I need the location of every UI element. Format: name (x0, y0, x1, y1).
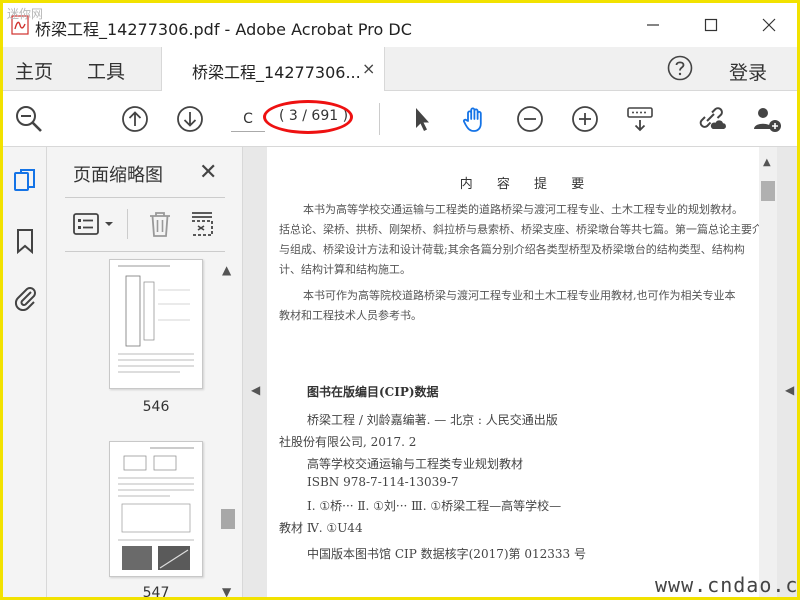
navigation-rail (3, 147, 47, 597)
cip-line: 教材 Ⅳ. ①U44 (279, 521, 363, 535)
tab-bar: 主页 工具 桥梁工程_14277306... × 登录 (3, 47, 797, 91)
close-icon (762, 18, 776, 32)
document-viewport: ◀ 内 容 提 要 本书为高等学校交通运输与工程类的道路桥梁与渡河工程专业、土木… (243, 147, 797, 597)
login-link[interactable]: 登录 (729, 58, 767, 85)
link-cloud-icon (699, 107, 726, 129)
app-window: 迷你网 桥梁工程_14277306.pdf - Adobe Acrobat Pr… (0, 0, 800, 600)
cip-line: 社股份有限公司, 2017. 2 (279, 435, 417, 449)
thumbnail-page[interactable] (109, 259, 203, 389)
text-line: 本书为高等学校交通运输与工程类的道路桥梁与渡河工程专业、土木工程专业的规划教材。 (303, 203, 743, 216)
title-bar: 迷你网 桥梁工程_14277306.pdf - Adobe Acrobat Pr… (3, 3, 797, 47)
tab-tools[interactable]: 工具 (87, 57, 125, 84)
summary-title: 内 容 提 要 (459, 177, 595, 192)
text-line: 本书可作为高等院校道路桥梁与渡河工程专业和土木工程专业用教材,也可作为相关专业本 (303, 289, 736, 302)
annotation-circle (263, 100, 353, 134)
text-line: 计、结构计算和结构施工。 (279, 263, 411, 276)
cip-line: ISBN 978-7-114-13039-7 (307, 475, 459, 489)
collapse-right-icon[interactable]: ◀ (785, 383, 794, 397)
scrollbar-thumb[interactable] (221, 509, 235, 529)
cursor-arrow-icon (416, 108, 429, 131)
toolbar-divider (379, 103, 380, 135)
thumbnail-panel: 页面缩略图 ✕ 546 547 ▲ ▼ (47, 147, 243, 600)
zoom-out-button[interactable] (514, 103, 546, 135)
toolbar: C ( 3 / 691 ) (3, 91, 797, 147)
minus-circle-icon (517, 106, 543, 132)
chevron-down-icon (105, 222, 113, 226)
tab-document-label: 桥梁工程_14277306... (192, 63, 361, 82)
close-window-button[interactable] (749, 9, 789, 41)
add-user-button[interactable] (751, 103, 783, 135)
cip-title: 图书在版编目(CIP)数据 (307, 385, 439, 399)
page-thumbnails-icon[interactable] (11, 167, 39, 195)
attachment-icon[interactable] (11, 283, 39, 311)
delete-page-button[interactable] (147, 209, 173, 239)
minimize-icon (647, 24, 659, 26)
panel-title: 页面缩略图 (73, 165, 163, 186)
text-line: 括总论、梁桥、拱桥、刚架桥、斜拉桥与悬索桥、桥梁支座、桥梁墩台等共七篇。第一篇总… (279, 223, 759, 236)
select-tool-button[interactable] (405, 103, 437, 135)
arrow-down-circle-icon (177, 106, 203, 132)
list-options-icon (73, 213, 99, 235)
minimize-button[interactable] (633, 9, 673, 41)
arrow-up-circle-icon (122, 106, 148, 132)
window-title: 桥梁工程_14277306.pdf - Adobe Acrobat Pro DC (35, 20, 412, 39)
page-preview (118, 265, 194, 373)
hand-icon (463, 107, 482, 132)
scrollbar-thumb[interactable] (761, 181, 775, 201)
document-scrollbar[interactable]: ▲ (759, 147, 777, 597)
cip-line: 高等学校交通运输与工程类专业规划教材 (307, 457, 524, 471)
zoom-in-button[interactable] (569, 103, 601, 135)
tab-home[interactable]: 主页 (15, 57, 53, 84)
collapse-left-icon[interactable]: ◀ (251, 383, 260, 397)
bookmark-icon[interactable] (11, 227, 39, 255)
text-line: 教材和工程技术人员参考书。 (279, 309, 422, 322)
trash-icon (150, 212, 170, 237)
panel-close-button[interactable]: ✕ (199, 160, 217, 185)
magnifier-minus-icon (16, 106, 42, 132)
keyboard-download-icon (627, 107, 653, 132)
thumbnail-page[interactable] (109, 441, 203, 577)
page-display-button[interactable] (624, 103, 656, 135)
tab-document[interactable]: 桥梁工程_14277306... × (161, 47, 385, 91)
tab-close-button[interactable]: × (362, 59, 375, 78)
page-extract-icon (192, 212, 213, 236)
cip-line: 桥梁工程 / 刘龄嘉编著. — 北京 : 人民交通出版 (307, 413, 558, 427)
hand-tool-button[interactable] (459, 103, 491, 135)
add-user-icon (754, 108, 781, 132)
site-watermark: www.cndao.com (655, 573, 799, 597)
cip-line: 中国版本图书馆 CIP 数据核字(2017)第 012333 号 (307, 547, 586, 561)
text-line: 与组成、桥梁设计方法和设计荷载;其余各篇分别介绍各类型桥型及桥梁墩台的结构类型、… (279, 243, 745, 256)
panel-divider (65, 251, 225, 252)
scroll-down-icon[interactable]: ▼ (222, 585, 231, 597)
previous-page-button[interactable] (119, 103, 151, 135)
scroll-up-icon[interactable]: ▲ (222, 263, 231, 277)
zoom-search-button[interactable] (13, 103, 45, 135)
thumbnail-options-button[interactable] (73, 209, 115, 239)
plus-circle-icon (572, 106, 598, 132)
thumbnail-page-number: 547 (142, 585, 170, 600)
tool-divider (127, 209, 128, 239)
thumbnail-scrollbar[interactable]: ▲ ▼ (219, 259, 237, 597)
extract-page-button[interactable] (189, 209, 215, 239)
next-page-button[interactable] (174, 103, 206, 135)
pdf-page: 内 容 提 要 本书为高等学校交通运输与工程类的道路桥梁与渡河工程专业、土木工程… (267, 147, 759, 597)
maximize-button[interactable] (691, 9, 731, 41)
maximize-icon (704, 18, 718, 32)
page-number-input[interactable]: C (231, 106, 265, 132)
thumbnail-page-number: 546 (142, 399, 170, 415)
help-icon[interactable] (667, 55, 693, 81)
scroll-up-icon[interactable]: ▲ (763, 157, 771, 168)
cip-line: Ⅰ. ①桥··· Ⅱ. ①刘··· Ⅲ. ①桥梁工程—高等学校— (307, 499, 562, 513)
share-link-button[interactable] (696, 103, 728, 135)
panel-divider (65, 197, 225, 198)
page-preview (118, 447, 194, 570)
